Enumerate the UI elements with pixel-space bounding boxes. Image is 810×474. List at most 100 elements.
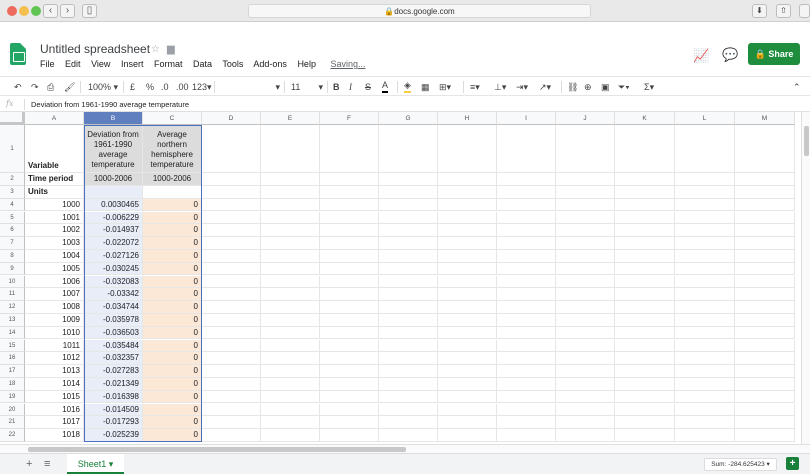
row-header[interactable]: 12: [0, 301, 25, 314]
column-header-c[interactable]: C: [143, 112, 202, 125]
cell[interactable]: [735, 416, 795, 430]
cell-header-deviation[interactable]: Deviation from 1961-1990 average tempera…: [84, 125, 143, 173]
cell[interactable]: [261, 211, 320, 225]
row-header[interactable]: 22: [0, 429, 25, 442]
cell[interactable]: [438, 262, 497, 276]
cell-year[interactable]: 1015: [25, 390, 84, 404]
cell[interactable]: [320, 249, 379, 263]
row-header[interactable]: 10: [0, 275, 25, 289]
cell[interactable]: [261, 403, 320, 417]
decrease-decimal-button[interactable]: .0: [161, 80, 169, 94]
row-header[interactable]: 15: [0, 339, 25, 353]
cell[interactable]: [379, 211, 438, 225]
insert-link-icon[interactable]: ⛓: [567, 80, 578, 94]
column-header-m[interactable]: M: [735, 112, 795, 125]
cell-average[interactable]: 0: [143, 211, 202, 225]
cell-deviation[interactable]: -0.036503: [84, 326, 143, 340]
percent-format-button[interactable]: %: [146, 80, 154, 94]
cell[interactable]: [675, 365, 735, 378]
cell[interactable]: [675, 377, 735, 391]
cell-average[interactable]: 0: [143, 198, 202, 212]
cell-deviation[interactable]: -0.022072: [84, 237, 143, 250]
cell[interactable]: [320, 403, 379, 417]
forward-button[interactable]: ›: [60, 4, 75, 18]
cell[interactable]: [379, 416, 438, 430]
cell[interactable]: [202, 326, 261, 340]
cell[interactable]: [379, 173, 438, 186]
cell[interactable]: [615, 326, 675, 340]
row-header[interactable]: 13: [0, 313, 25, 327]
cell[interactable]: [556, 339, 615, 353]
cell[interactable]: [320, 416, 379, 430]
cell[interactable]: [438, 125, 497, 173]
merge-cells-icon[interactable]: ⊞▾: [439, 80, 451, 94]
cell[interactable]: [675, 403, 735, 417]
cell[interactable]: [202, 125, 261, 173]
row-header[interactable]: 3: [0, 186, 25, 199]
paint-format-icon[interactable]: 🖌: [64, 80, 75, 94]
cell[interactable]: [438, 339, 497, 353]
column-header-e[interactable]: E: [261, 112, 320, 125]
document-title[interactable]: Untitled spreadsheet: [40, 42, 150, 56]
cell[interactable]: [261, 339, 320, 353]
cell[interactable]: [261, 237, 320, 250]
column-header-l[interactable]: L: [675, 112, 735, 125]
text-wrapping-icon[interactable]: ⇥▾: [516, 80, 528, 94]
row-header[interactable]: 11: [0, 288, 25, 302]
cell[interactable]: [615, 301, 675, 314]
cell[interactable]: [675, 249, 735, 263]
cell[interactable]: [497, 352, 556, 366]
cell[interactable]: [735, 390, 795, 404]
cell-deviation[interactable]: -0.032357: [84, 352, 143, 366]
cell[interactable]: [615, 403, 675, 417]
row-header[interactable]: 19: [0, 390, 25, 404]
cell[interactable]: [556, 288, 615, 302]
sheets-logo-icon[interactable]: [10, 43, 26, 65]
cell[interactable]: [497, 429, 556, 442]
cell-average[interactable]: 0: [143, 352, 202, 366]
cell[interactable]: [615, 249, 675, 263]
row-header[interactable]: 9: [0, 262, 25, 276]
cell[interactable]: [320, 224, 379, 238]
row-header[interactable]: 7: [0, 237, 25, 250]
cell[interactable]: [261, 429, 320, 442]
cell[interactable]: [320, 186, 379, 199]
cell[interactable]: [261, 301, 320, 314]
cell[interactable]: [202, 249, 261, 263]
cell[interactable]: [735, 198, 795, 212]
cell[interactable]: [556, 429, 615, 442]
cell[interactable]: [556, 125, 615, 173]
formula-input[interactable]: Deviation from 1961-1990 average tempera…: [31, 100, 189, 109]
more-formats-select[interactable]: 123▾: [192, 80, 212, 94]
cell[interactable]: [556, 313, 615, 327]
minimize-window-button[interactable]: [19, 6, 29, 16]
cell[interactable]: [379, 249, 438, 263]
cell[interactable]: [320, 198, 379, 212]
cell[interactable]: [556, 275, 615, 289]
menu-format[interactable]: Format: [154, 59, 183, 69]
cell[interactable]: [735, 173, 795, 186]
fill-color-icon[interactable]: ◈: [404, 80, 411, 93]
cell-average[interactable]: 0: [143, 326, 202, 340]
cell-deviation[interactable]: -0.030245: [84, 262, 143, 276]
collapse-menu-icon[interactable]: ⌃: [793, 80, 801, 94]
cell[interactable]: [202, 288, 261, 302]
row-header[interactable]: 17: [0, 365, 25, 378]
cell[interactable]: [615, 173, 675, 186]
cell[interactable]: [438, 352, 497, 366]
cell[interactable]: [615, 352, 675, 366]
cell-deviation[interactable]: -0.03342: [84, 288, 143, 302]
cell-deviation[interactable]: -0.014509: [84, 403, 143, 417]
cell[interactable]: [438, 390, 497, 404]
cell[interactable]: [615, 125, 675, 173]
cell[interactable]: [735, 352, 795, 366]
cell-deviation[interactable]: -0.035978: [84, 313, 143, 327]
cell[interactable]: [261, 262, 320, 276]
row-header[interactable]: 16: [0, 352, 25, 366]
cell[interactable]: [261, 390, 320, 404]
cell-time-period-label[interactable]: Time period: [25, 173, 84, 186]
borders-icon[interactable]: ▦: [421, 80, 430, 94]
cell[interactable]: [261, 224, 320, 238]
cell[interactable]: [320, 288, 379, 302]
cell[interactable]: [675, 326, 735, 340]
